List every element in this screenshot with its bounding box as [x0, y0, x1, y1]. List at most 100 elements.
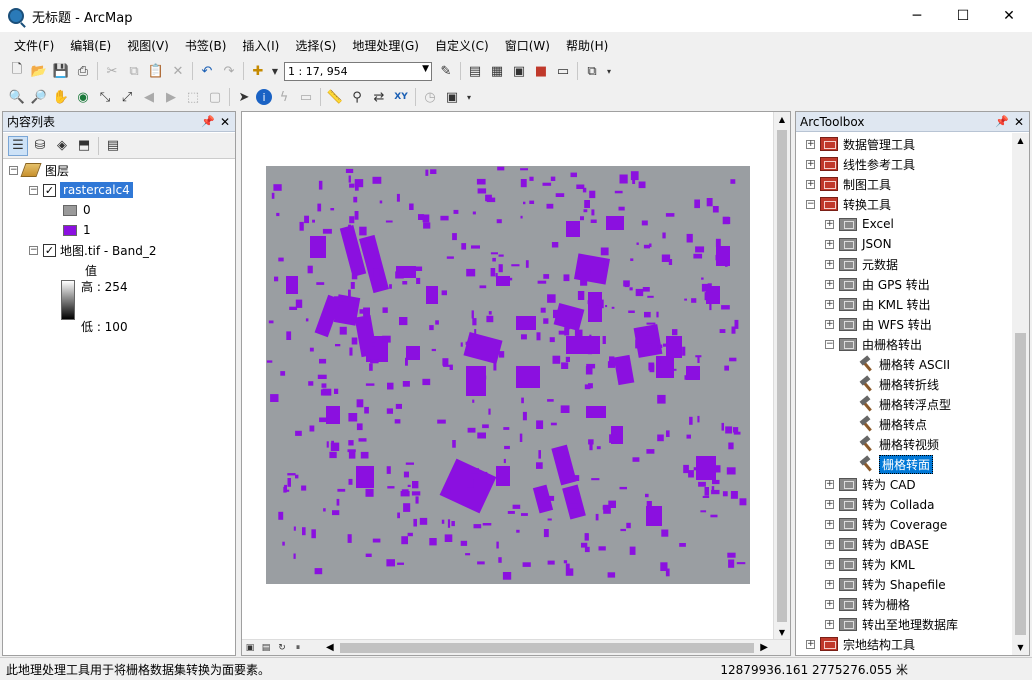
toc-layer-band2[interactable]: − ✓ 地图.tif - Band_2 [29, 240, 156, 260]
expand-icon[interactable]: + [825, 259, 834, 269]
expand-icon[interactable]: + [806, 159, 815, 169]
time-slider-icon[interactable]: ◷ [420, 87, 440, 107]
expand-icon[interactable]: + [825, 299, 834, 309]
collapse-icon[interactable]: − [29, 185, 38, 195]
scroll-down-icon[interactable]: ▼ [1012, 643, 1029, 652]
scroll-right-icon[interactable]: ▶ [760, 642, 768, 653]
toolset-item[interactable]: + JSON [825, 234, 892, 254]
fixed-zoom-in-icon[interactable]: ⤡ [95, 87, 115, 107]
layer-name[interactable]: 地图.tif - Band_2 [60, 242, 156, 259]
close-icon[interactable]: ✕ [1014, 115, 1024, 129]
html-popup-icon[interactable]: ▭ [296, 87, 316, 107]
toc-root-layers[interactable]: − 图层 [9, 160, 69, 180]
create-viewer-window-icon[interactable]: ▣ [442, 87, 462, 107]
toolbox-item[interactable]: − 转换工具 [806, 194, 891, 214]
layer-visibility-checkbox[interactable]: ✓ [43, 183, 56, 197]
menu-edit[interactable]: 编辑(E) [62, 37, 119, 54]
undo-icon[interactable]: ↶ [197, 61, 217, 81]
list-by-drawing-order-icon[interactable]: ☰ [8, 135, 28, 156]
python-window-icon[interactable]: ▭ [553, 61, 573, 81]
expand-icon[interactable]: + [825, 319, 834, 329]
find-binoculars-icon[interactable]: ⚲ [347, 87, 367, 107]
list-by-source-icon[interactable]: ⛁ [30, 136, 50, 156]
toolset-item[interactable]: − 由栅格转出 [825, 334, 922, 354]
horizontal-scrollbar[interactable]: ▣ ▤ ↻ ⏸ ◀ ▶ [242, 639, 790, 655]
toolset-item[interactable]: + 由 KML 转出 [825, 294, 931, 314]
expand-icon[interactable]: + [825, 279, 834, 289]
toolbox-item[interactable]: + 宗地结构工具 [806, 634, 915, 654]
toolset-item[interactable]: + 元数据 [825, 254, 898, 274]
save-icon[interactable]: 💾 [51, 61, 71, 81]
fixed-zoom-out-icon[interactable]: ⤢ [117, 87, 137, 107]
scroll-thumb[interactable] [339, 642, 755, 653]
go-forward-icon[interactable]: ▶ [161, 87, 181, 107]
expand-icon[interactable]: + [825, 479, 834, 489]
go-back-icon[interactable]: ◀ [139, 87, 159, 107]
toolset-item[interactable]: + 转为 Collada [825, 494, 935, 514]
scroll-up-icon[interactable]: ▲ [774, 112, 790, 124]
zoom-in-icon[interactable]: 🔍 [7, 87, 27, 107]
expand-icon[interactable]: + [825, 219, 834, 229]
chevron-down-icon[interactable]: ▼ [422, 64, 429, 74]
menu-file[interactable]: 文件(F) [6, 37, 62, 54]
scroll-left-icon[interactable]: ◀ [326, 642, 334, 653]
cut-icon[interactable]: ✂ [102, 61, 122, 81]
list-by-visibility-icon[interactable]: ◈ [52, 136, 72, 156]
editor-toolbar-icon[interactable]: ✎ [436, 61, 456, 81]
new-document-icon[interactable]: 🗋 [7, 61, 27, 81]
menu-selection[interactable]: 选择(S) [287, 37, 344, 54]
map-scale-combobox[interactable]: 1 : 17, 954 ▼ [284, 61, 432, 81]
toolset-item[interactable]: + 由 GPS 转出 [825, 274, 930, 294]
pin-icon[interactable]: 📌 [201, 115, 215, 128]
refresh-icon[interactable]: ↻ [275, 641, 289, 655]
tools-options-icon[interactable]: ▾ [464, 87, 474, 107]
toolbar-options-icon[interactable]: ▾ [604, 61, 614, 81]
toolset-item[interactable]: + 转为 Coverage [825, 514, 947, 534]
toolbox-item[interactable]: + 线性参考工具 [806, 154, 915, 174]
identify-icon[interactable]: i [256, 89, 272, 105]
select-features-icon[interactable]: ⬚ [183, 87, 203, 107]
scroll-up-icon[interactable]: ▲ [1012, 133, 1029, 145]
tool-item[interactable]: 栅格转 ASCII [844, 354, 950, 374]
copy-icon[interactable]: ⧉ [124, 61, 144, 81]
hyperlink-icon[interactable]: ϟ [274, 87, 294, 107]
toolset-item[interactable]: + 由 WFS 转出 [825, 314, 932, 334]
open-folder-icon[interactable]: 📂 [29, 61, 49, 81]
tool-item[interactable]: 栅格转点 [844, 414, 927, 434]
zoom-out-icon[interactable]: 🔎 [29, 87, 49, 107]
expand-icon[interactable]: + [825, 579, 834, 589]
add-data-icon[interactable]: ✚ [248, 61, 268, 81]
toolset-item[interactable]: + Excel [825, 214, 894, 234]
pan-hand-icon[interactable]: ✋ [51, 87, 71, 107]
menu-customize[interactable]: 自定义(C) [427, 37, 497, 54]
full-extent-globe-icon[interactable]: ◉ [73, 87, 93, 107]
expand-icon[interactable]: + [825, 619, 834, 629]
list-by-selection-icon[interactable]: ⬒ [74, 136, 94, 156]
scroll-thumb[interactable] [1015, 333, 1026, 635]
expand-icon[interactable]: + [825, 539, 834, 549]
tool-item[interactable]: 栅格转折线 [844, 374, 939, 394]
measure-icon[interactable]: 📏 [325, 87, 345, 107]
scroll-down-icon[interactable]: ▼ [774, 628, 790, 637]
vertical-scrollbar[interactable]: ▲ ▼ [773, 112, 790, 640]
print-icon[interactable]: ⎙ [73, 61, 93, 81]
expand-icon[interactable]: + [825, 599, 834, 609]
minimize-button[interactable]: ─ [894, 0, 940, 32]
menu-bookmarks[interactable]: 书签(B) [177, 37, 235, 54]
select-elements-arrow-icon[interactable]: ➤ [234, 87, 254, 107]
pin-icon[interactable]: 📌 [995, 115, 1009, 128]
tool-item[interactable]: 栅格转视频 [844, 434, 939, 454]
clear-selection-icon[interactable]: ▢ [205, 87, 225, 107]
search-window-icon[interactable]: ▣ [509, 61, 529, 81]
paste-icon[interactable]: 📋 [146, 61, 166, 81]
collapse-icon[interactable]: − [9, 165, 18, 175]
toc-options-icon[interactable]: ▤ [103, 136, 123, 156]
menu-view[interactable]: 视图(V) [119, 37, 177, 54]
map-view[interactable]: ▲ ▼ ▣ ▤ ↻ ⏸ ◀ ▶ [241, 111, 791, 656]
menu-help[interactable]: 帮助(H) [558, 37, 616, 54]
layer-visibility-checkbox[interactable]: ✓ [43, 243, 56, 257]
expand-icon[interactable]: + [825, 559, 834, 569]
layer-name[interactable]: rastercalc4 [60, 182, 133, 198]
collapse-icon[interactable]: − [29, 245, 38, 255]
menu-geoprocessing[interactable]: 地理处理(G) [344, 37, 427, 54]
